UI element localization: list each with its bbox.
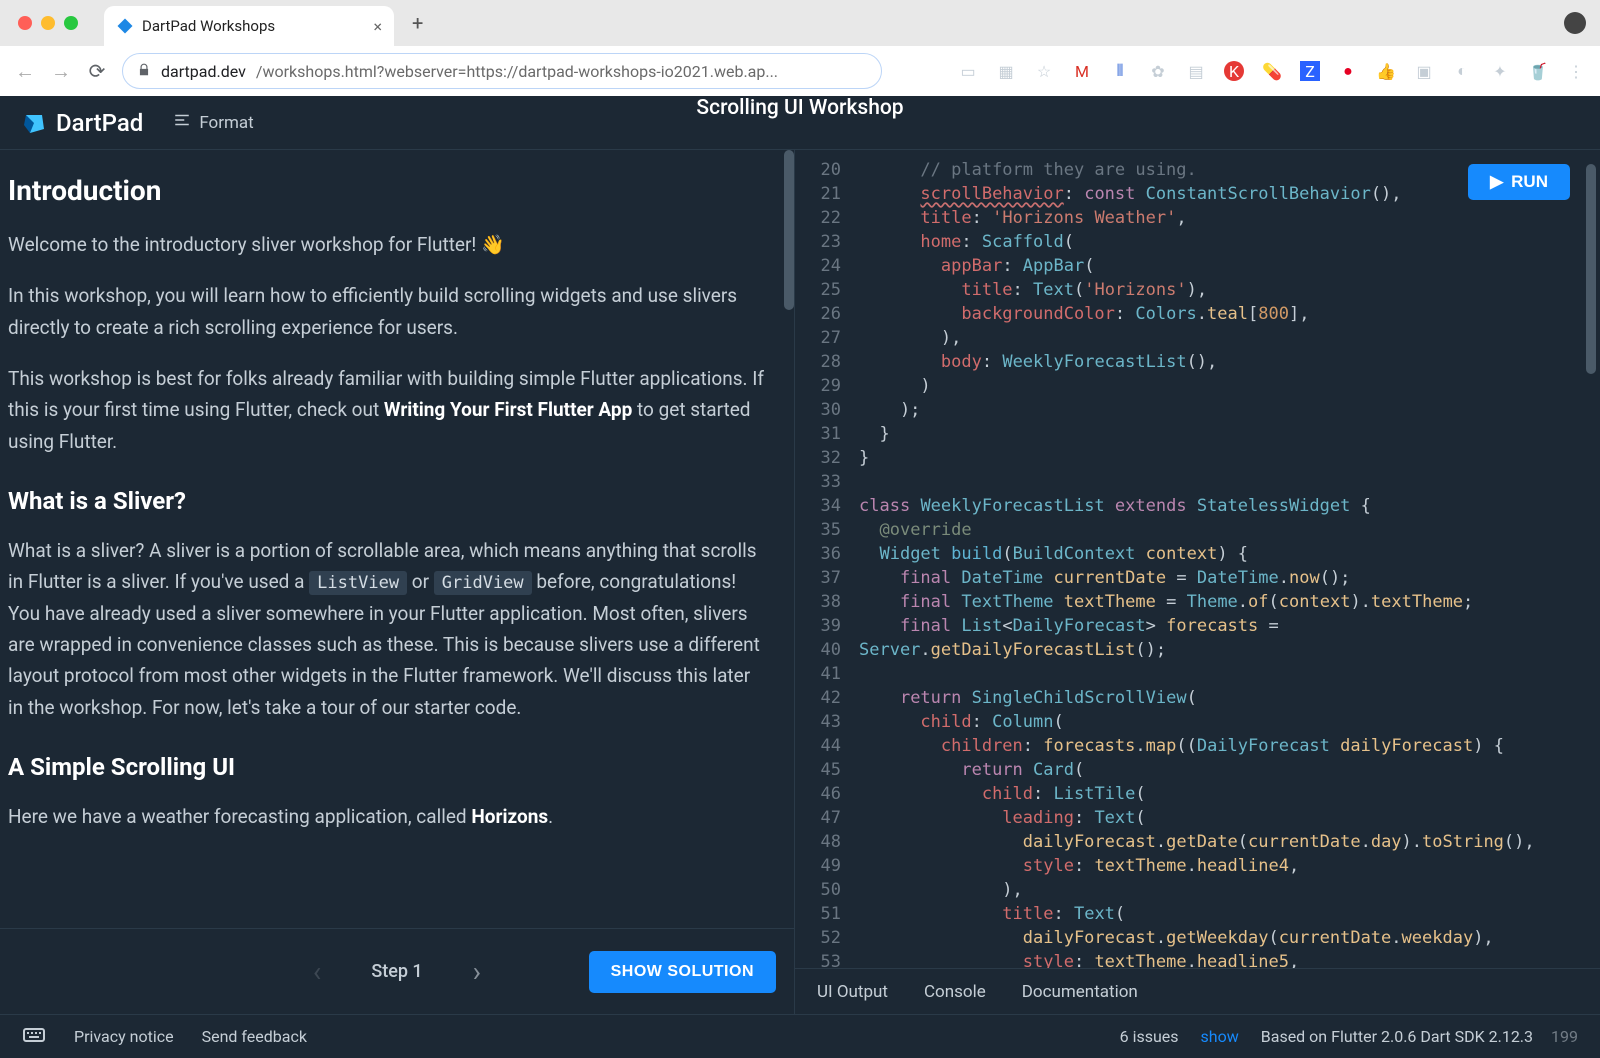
url-path: /workshops.html?webserver=https://dartpa… <box>256 62 778 81</box>
ext-icon-7[interactable]: 🥤 <box>1528 61 1548 81</box>
app-header: DartPad Format Scrolling UI Workshop <box>0 96 1600 150</box>
thumb-icon[interactable]: 👍 <box>1376 61 1396 81</box>
feedback-link[interactable]: Send feedback <box>202 1027 307 1046</box>
section-heading: A Simple Scrolling UI <box>8 753 766 781</box>
grid-icon[interactable]: ▦ <box>996 61 1016 81</box>
sdk-tail: 199 <box>1551 1027 1578 1046</box>
ext-icon-z[interactable]: Z <box>1300 61 1320 81</box>
step-navigation: ‹ Step 1 › SHOW SOLUTION <box>0 928 794 1014</box>
scrollbar-thumb[interactable] <box>784 150 794 310</box>
section-heading: What is a Sliver? <box>8 487 766 515</box>
profile-badge[interactable] <box>1564 12 1586 34</box>
workshop-title: Scrolling UI Workshop <box>696 96 903 120</box>
tab-close-icon[interactable]: × <box>373 17 382 36</box>
lock-icon <box>137 62 151 81</box>
tab-ui-output[interactable]: UI Output <box>817 982 888 1002</box>
keyboard-icon[interactable] <box>22 1023 46 1051</box>
forward-icon[interactable]: → <box>50 59 72 84</box>
url-host: dartpad.dev <box>161 62 246 81</box>
star-icon[interactable]: ☆ <box>1034 61 1054 81</box>
ext-icon-5[interactable]: ▣ <box>1414 61 1434 81</box>
tab-favicon <box>116 17 134 35</box>
prev-step-icon[interactable]: ‹ <box>313 955 321 988</box>
inline-code: GridView <box>434 571 532 595</box>
reload-icon[interactable]: ⟳ <box>86 59 108 83</box>
tab-bar: DartPad Workshops × + <box>0 0 1600 46</box>
step-label: Step 1 <box>371 961 422 982</box>
article: Introduction Welcome to the introductory… <box>0 150 794 928</box>
code-lines[interactable]: // platform they are using. scrollBehavi… <box>859 158 1590 968</box>
toolbar: ← → ⟳ dartpad.dev/workshops.html?webserv… <box>0 46 1600 96</box>
output-tabs: UI Output Console Documentation <box>795 968 1600 1014</box>
article-paragraph: Welcome to the introductory sliver works… <box>8 229 766 260</box>
ext-icon-1[interactable]: ⦀ <box>1110 61 1130 81</box>
ext-icon-k[interactable]: K <box>1224 61 1244 81</box>
cast-icon[interactable]: ▭ <box>958 61 978 81</box>
privacy-link[interactable]: Privacy notice <box>74 1027 174 1046</box>
minimize-window-icon[interactable] <box>41 16 55 30</box>
pinterest-icon[interactable]: ● <box>1338 61 1358 81</box>
article-paragraph: This workshop is best for folks already … <box>8 363 766 457</box>
tab-title: DartPad Workshops <box>142 17 275 35</box>
inline-code: ListView <box>309 571 407 595</box>
address-bar[interactable]: dartpad.dev/workshops.html?webserver=htt… <box>122 53 882 89</box>
new-tab-button[interactable]: + <box>412 11 423 35</box>
editor-panel: ▶ RUN 2021222324252627282930313233343536… <box>795 150 1600 1014</box>
extensions: ▭ ▦ ☆ M ⦀ ✿ ▤ K 💊 Z ● 👍 ▣ ◐ ✦ 🥤 ⋮ <box>958 61 1586 81</box>
ext-icon-4[interactable]: 💊 <box>1262 61 1282 81</box>
status-bar: Privacy notice Send feedback 6 issues sh… <box>0 1014 1600 1058</box>
maximize-window-icon[interactable] <box>64 16 78 30</box>
article-paragraph: What is a sliver? A sliver is a portion … <box>8 535 766 723</box>
line-gutter: 2021222324252627282930313233343536373839… <box>795 158 851 968</box>
show-solution-button[interactable]: SHOW SOLUTION <box>589 951 776 993</box>
show-issues-link[interactable]: show <box>1201 1027 1239 1046</box>
format-icon <box>173 111 191 134</box>
browser-tab[interactable]: DartPad Workshops × <box>104 6 394 46</box>
back-icon[interactable]: ← <box>14 59 36 84</box>
extensions-icon[interactable]: ✦ <box>1490 61 1510 81</box>
window-controls <box>18 16 78 30</box>
gmail-icon[interactable]: M <box>1072 61 1092 81</box>
code-editor[interactable]: ▶ RUN 2021222324252627282930313233343536… <box>795 150 1600 968</box>
ext-icon-6[interactable]: ◐ <box>1452 61 1472 81</box>
article-heading: Introduction <box>8 174 766 207</box>
format-button[interactable]: Format <box>173 111 253 134</box>
main: Introduction Welcome to the introductory… <box>0 150 1600 1014</box>
browser-chrome: DartPad Workshops × + ← → ⟳ dartpad.dev/… <box>0 0 1600 96</box>
close-window-icon[interactable] <box>18 16 32 30</box>
format-label: Format <box>199 113 253 133</box>
dart-logo-icon <box>22 111 46 135</box>
instructions-panel: Introduction Welcome to the introductory… <box>0 150 795 1014</box>
sdk-version: Based on Flutter 2.0.6 Dart SDK 2.12.3 <box>1261 1027 1533 1046</box>
next-step-icon[interactable]: › <box>473 955 481 988</box>
ext-icon-2[interactable]: ✿ <box>1148 61 1168 81</box>
article-paragraph: In this workshop, you will learn how to … <box>8 280 766 343</box>
issues-count[interactable]: 6 issues <box>1120 1027 1179 1046</box>
ext-icon-3[interactable]: ▤ <box>1186 61 1206 81</box>
tab-documentation[interactable]: Documentation <box>1022 982 1138 1002</box>
logo[interactable]: DartPad <box>22 109 143 137</box>
tab-console[interactable]: Console <box>924 982 986 1002</box>
menu-icon[interactable]: ⋮ <box>1566 61 1586 81</box>
link-text[interactable]: Writing Your First Flutter App <box>384 398 632 421</box>
article-paragraph: Here we have a weather forecasting appli… <box>8 801 766 832</box>
product-name: DartPad <box>56 109 143 137</box>
